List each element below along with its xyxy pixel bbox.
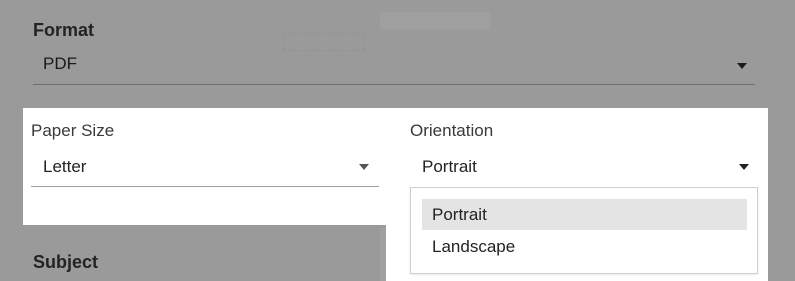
orientation-option-landscape[interactable]: Landscape: [422, 231, 747, 262]
subject-label: Subject: [33, 252, 99, 272]
orientation-dropdown-menu: Portrait Landscape: [410, 187, 758, 274]
paper-size-value: Letter: [43, 157, 87, 176]
orientation-select[interactable]: Portrait: [410, 151, 758, 186]
format-select[interactable]: PDF: [33, 50, 755, 85]
chevron-down-icon: [359, 164, 369, 170]
paper-size-label: Paper Size: [31, 121, 115, 140]
background-ghost-shape: [283, 33, 365, 51]
orientation-label: Orientation: [410, 121, 494, 140]
format-value: PDF: [43, 54, 77, 73]
format-label: Format: [33, 20, 95, 40]
background-ghost-shape: [380, 12, 490, 30]
paper-size-select[interactable]: Letter: [31, 151, 379, 187]
chevron-down-icon: [739, 164, 749, 170]
chevron-down-icon: [737, 63, 747, 69]
orientation-option-portrait[interactable]: Portrait: [422, 199, 747, 230]
orientation-value: Portrait: [422, 157, 477, 176]
